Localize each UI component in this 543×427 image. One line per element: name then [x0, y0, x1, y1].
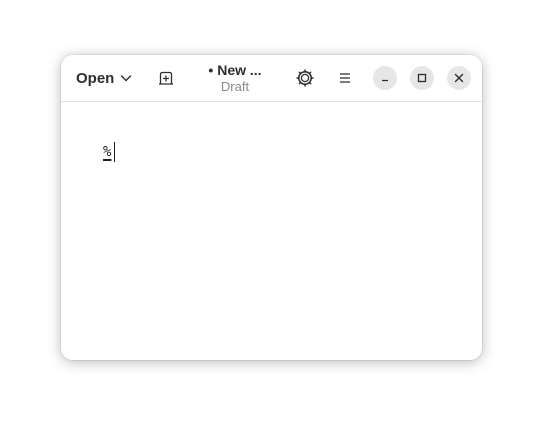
document-title-block: • New ... Draft	[185, 61, 285, 95]
new-tab-button[interactable]	[153, 65, 179, 91]
hamburger-menu-icon	[340, 73, 350, 83]
theme-icon	[296, 69, 314, 87]
maximize-button[interactable]	[410, 66, 434, 90]
open-button-label: Open	[76, 69, 115, 87]
open-button[interactable]: Open	[69, 64, 139, 92]
chevron-down-icon	[121, 75, 132, 82]
header-bar: Open • New ... Draft	[61, 55, 482, 102]
close-button[interactable]	[447, 66, 471, 90]
text-editor-area[interactable]: %	[61, 102, 482, 360]
text-cursor	[114, 142, 115, 162]
theme-button[interactable]	[292, 65, 318, 91]
app-window: Open • New ... Draft %	[61, 55, 482, 360]
minimize-icon	[382, 79, 388, 82]
minimize-button[interactable]	[373, 66, 397, 90]
new-tab-icon	[159, 71, 173, 85]
main-menu-button[interactable]	[332, 65, 358, 91]
maximize-icon	[417, 73, 427, 83]
document-title: • New ...	[208, 62, 262, 78]
close-icon	[454, 73, 464, 83]
editor-content[interactable]: %	[103, 143, 111, 161]
document-subtitle: Draft	[220, 79, 250, 94]
